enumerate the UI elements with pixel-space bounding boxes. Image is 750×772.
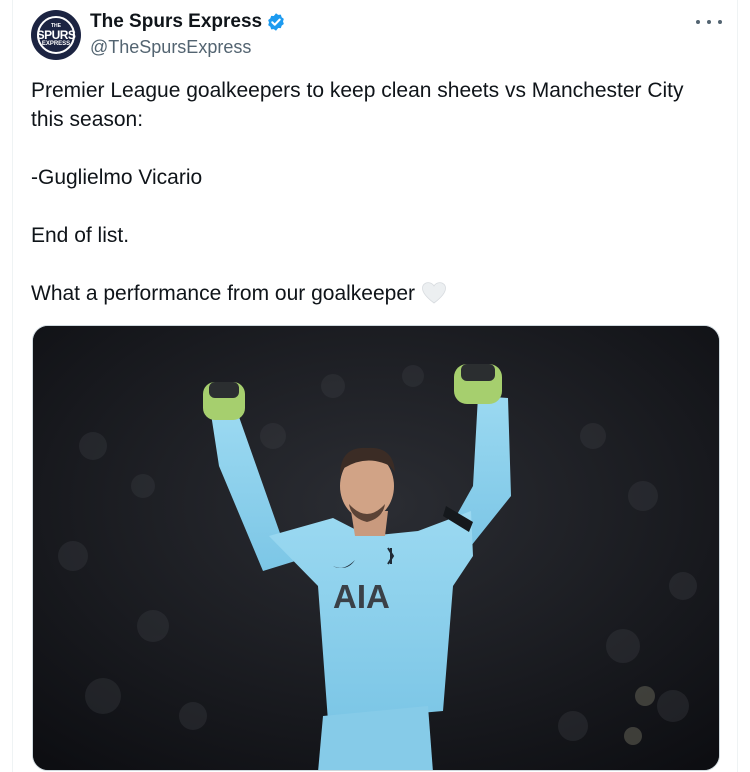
more-dot <box>718 20 722 24</box>
verified-badge-icon <box>268 13 284 31</box>
more-dot <box>696 20 700 24</box>
tweet-media-photo[interactable]: AIA <box>32 325 720 771</box>
sponsor-text: AIA <box>333 578 390 615</box>
author-display-name[interactable]: The Spurs Express <box>90 11 262 33</box>
tweet-paragraph: -Guglielmo Vicario <box>31 166 203 189</box>
tweet-card: THE SPURS EXPRESS The Spurs Express @The… <box>0 0 750 772</box>
right-glove-grip <box>461 364 495 381</box>
tweet-text: Premier League goalkeepers to keep clean… <box>31 76 721 308</box>
white-heart-icon <box>422 282 446 304</box>
more-options-icon[interactable] <box>696 14 722 30</box>
tweet-paragraph-last: What a performance from our goalkeeper <box>31 279 721 308</box>
avatar-logo: THE SPURS EXPRESS <box>36 16 76 54</box>
more-dot <box>707 20 711 24</box>
avatar[interactable]: THE SPURS EXPRESS <box>31 10 81 60</box>
author-handle[interactable]: @TheSpursExpress <box>90 37 251 58</box>
right-border <box>737 0 738 772</box>
avatar-text-bottom: EXPRESS <box>41 40 71 47</box>
left-glove-grip <box>209 382 239 398</box>
tweet-paragraph: What a performance from our goalkeeper <box>31 282 416 305</box>
goalkeeper-photo: AIA <box>33 326 719 770</box>
tweet-paragraph: Premier League goalkeepers to keep clean… <box>31 79 684 131</box>
left-border <box>12 0 13 772</box>
author-name-row: The Spurs Express <box>90 11 286 33</box>
avatar-text-main: SPURS <box>36 27 76 42</box>
tweet-paragraph: End of list. <box>31 224 130 247</box>
goalkeeper-shorts <box>318 706 433 770</box>
